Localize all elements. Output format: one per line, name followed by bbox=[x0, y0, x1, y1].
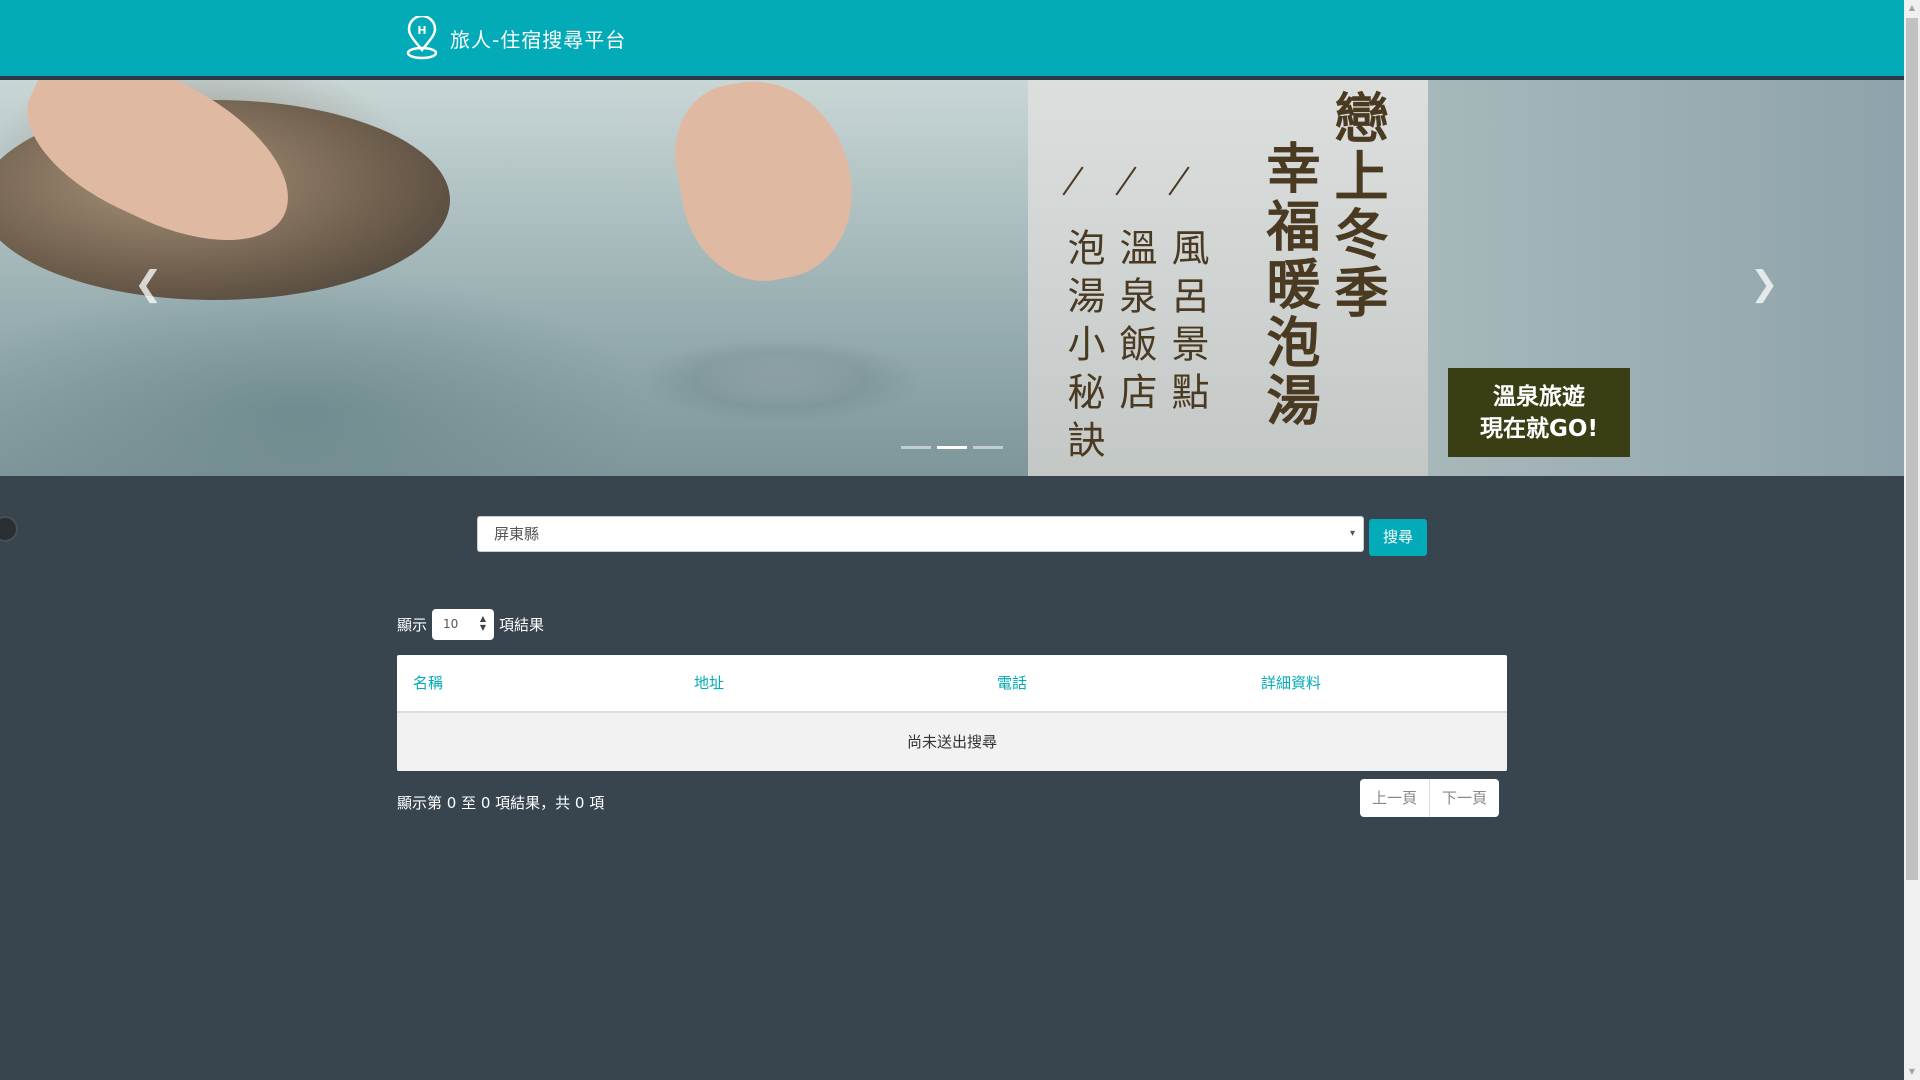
subhead-col-1: 風呂景點 bbox=[1165, 228, 1209, 420]
results-info: 顯示第 0 至 0 項結果，共 0 項 bbox=[397, 794, 605, 812]
next-page-button[interactable]: 下一頁 bbox=[1430, 779, 1499, 817]
brand-title: 旅人-住宿搜尋平台 bbox=[450, 27, 627, 52]
column-header-address[interactable]: 地址 bbox=[694, 655, 724, 711]
headline-col-2: 幸福暖泡湯 bbox=[1257, 140, 1321, 430]
empty-table-row: 尚未送出搜尋 bbox=[397, 713, 1507, 771]
page-length-control: 顯示 10 ▲ ▼ 項結果 bbox=[397, 609, 544, 640]
promo-badge: 溫泉旅遊 現在就GO! bbox=[1448, 368, 1630, 457]
carousel-indicator-1[interactable] bbox=[901, 446, 931, 449]
hotel-location-pin-icon: H bbox=[406, 16, 438, 60]
table-header: 名稱 地址 電話 詳細資料 bbox=[397, 655, 1507, 713]
search-button[interactable]: 搜尋 bbox=[1369, 519, 1427, 556]
slash-decor-3 bbox=[1062, 166, 1084, 196]
headline-col-1: 戀上冬季 bbox=[1325, 90, 1389, 322]
subhead-col-3: 泡湯小秘訣 bbox=[1061, 228, 1105, 468]
hero-text-panel: 戀上冬季 幸福暖泡湯 風呂景點 溫泉飯店 泡湯小秘訣 bbox=[1028, 80, 1428, 476]
side-circle-button[interactable] bbox=[0, 516, 18, 542]
carousel-indicators bbox=[901, 446, 1003, 449]
carousel-indicator-2[interactable] bbox=[937, 446, 967, 449]
column-header-name[interactable]: 名稱 bbox=[413, 655, 443, 711]
region-select[interactable]: 屏東縣 ▾ bbox=[477, 516, 1364, 552]
carousel-next-arrow-icon[interactable]: ❯ bbox=[1750, 264, 1779, 304]
pagination: 上一頁 下一頁 bbox=[1360, 779, 1500, 817]
column-header-phone[interactable]: 電話 bbox=[997, 655, 1027, 711]
spinner-arrows-icon: ▲ ▼ bbox=[479, 614, 487, 632]
region-select-value: 屏東縣 bbox=[494, 525, 540, 543]
slash-decor-2 bbox=[1115, 166, 1137, 196]
svg-text:H: H bbox=[417, 24, 426, 37]
length-suffix: 項結果 bbox=[499, 616, 545, 634]
slash-decor-1 bbox=[1168, 166, 1190, 196]
scroll-up-arrow-icon[interactable]: ▲ bbox=[1904, 0, 1920, 16]
select-caret-icon: ▾ bbox=[1349, 528, 1355, 539]
prev-page-button[interactable]: 上一頁 bbox=[1360, 779, 1431, 817]
brand[interactable]: H 旅人-住宿搜尋平台 bbox=[404, 16, 626, 60]
empty-message: 尚未送出搜尋 bbox=[906, 733, 997, 751]
scroll-down-arrow-icon[interactable]: ▼ bbox=[1904, 1064, 1920, 1080]
length-prefix: 顯示 bbox=[397, 616, 428, 634]
navbar: H 旅人-住宿搜尋平台 bbox=[0, 0, 1904, 80]
carousel-indicator-3[interactable] bbox=[973, 446, 1003, 449]
promo-badge-line-1: 溫泉旅遊 bbox=[1493, 383, 1585, 410]
hero-hand-right bbox=[663, 80, 867, 294]
column-header-details[interactable]: 詳細資料 bbox=[1261, 655, 1321, 711]
page-scrollbar[interactable]: ▲ ▼ bbox=[1904, 0, 1920, 1080]
hero-carousel: 戀上冬季 幸福暖泡湯 風呂景點 溫泉飯店 泡湯小秘訣 溫泉旅遊 現在就GO! ❮… bbox=[0, 80, 1904, 476]
page-length-value: 10 bbox=[443, 617, 459, 631]
results-table: 名稱 地址 電話 詳細資料 尚未送出搜尋 bbox=[397, 655, 1507, 771]
carousel-prev-arrow-icon[interactable]: ❮ bbox=[134, 264, 163, 304]
scrollbar-thumb[interactable] bbox=[1906, 18, 1918, 880]
page-length-select[interactable]: 10 ▲ ▼ bbox=[432, 609, 495, 640]
promo-badge-line-2: 現在就GO! bbox=[1480, 415, 1598, 442]
subhead-col-2: 溫泉飯店 bbox=[1113, 228, 1157, 420]
